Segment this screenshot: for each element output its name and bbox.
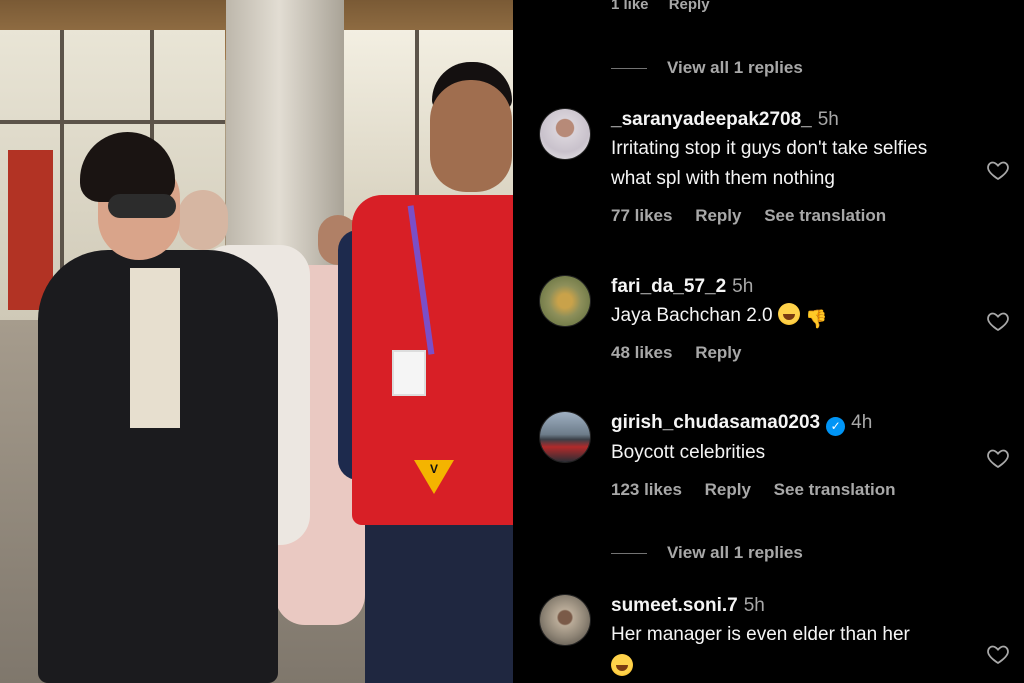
comment-header: girish_chudasama0203 ✓ 4h [611,411,971,436]
replies-divider [611,67,647,69]
video-frame[interactable]: V [0,0,513,683]
sunglasses [108,194,176,218]
likes-count[interactable]: 77 likes [611,206,672,225]
view-replies-button[interactable]: View all 1 replies [611,542,803,564]
person-white-outfit-head [178,190,228,250]
reply-button[interactable]: Reply [695,206,741,225]
laughing-emoji-icon [777,303,800,325]
comments-panel[interactable]: 1 like Reply View all 1 replies _saranya… [513,0,1024,683]
comment-actions: 48 likes Reply [611,343,971,363]
comment-header: fari_da_57_2 5h [611,275,971,299]
heart-icon[interactable] [985,309,1011,333]
comment-body: fari_da_57_2 5h Jaya Bachchan 2.0 👎 48 li… [611,275,971,363]
comment-body: _saranyadeepak2708_ 5h Irritating stop it… [611,108,971,226]
laughing-emoji-icon [611,654,633,676]
avatar-image [540,595,590,645]
heart-icon[interactable] [985,158,1011,182]
comment-body: sumeet.soni.7 5h Her manager is even elde… [611,594,971,682]
comment-text: Boycott celebrities [611,442,766,463]
comment-body: girish_chudasama0203 ✓ 4h Boycott celebrit… [611,411,971,500]
window-frame [415,30,419,220]
view-replies-button[interactable]: View all 1 replies [611,57,803,79]
avatar-image [540,109,590,159]
see-translation-button[interactable]: See translation [774,480,896,499]
comment-text-emoji-row [611,652,971,682]
comment-actions: 123 likes Reply See translation [611,480,971,500]
comment-time[interactable]: 5h [732,276,753,297]
comment-time[interactable]: 5h [818,109,839,130]
avatar[interactable] [539,108,591,160]
comment-actions: 77 likes Reply See translation [611,206,971,226]
watermark-logo: V [414,450,454,496]
man-face [430,80,512,192]
reply-button[interactable]: Reply [705,480,751,499]
id-badge [392,350,426,396]
likes-count[interactable]: 48 likes [611,343,672,362]
comment-text: Irritating stop it guys don't take selfi… [611,138,928,189]
reply-button[interactable]: Reply [695,343,741,362]
comment-text: Jaya Bachchan 2.0 [611,305,773,326]
view-replies-label: View all 1 replies [667,58,803,77]
comment-time[interactable]: 4h [851,412,872,433]
verified-icon: ✓ [826,417,846,436]
man-trousers [365,520,513,683]
window-frame [0,120,225,124]
avatar-image [540,276,590,326]
heart-icon[interactable] [985,642,1011,666]
comment-header: _saranyadeepak2708_ 5h [611,108,971,132]
heart-icon[interactable] [985,446,1011,470]
comment-username[interactable]: fari_da_57_2 [611,276,726,297]
comment-header: sumeet.soni.7 5h [611,594,971,618]
avatar-image [540,412,590,462]
view-replies-label: View all 1 replies [667,543,803,562]
comment-text-row: Jaya Bachchan 2.0 👎 [611,301,971,331]
partial-comment-meta: 1 like Reply [611,0,726,13]
avatar[interactable] [539,594,591,646]
comment-username[interactable]: girish_chudasama0203 [611,412,820,433]
comment-text: Her manager is even elder than her [611,624,910,645]
comment-username[interactable]: _saranyadeepak2708_ [611,109,812,130]
woman-shirt [130,268,180,428]
likes-count[interactable]: 123 likes [611,480,682,499]
avatar[interactable] [539,411,591,463]
partial-likes[interactable]: 1 like [611,0,649,13]
comment-time[interactable]: 5h [744,595,765,616]
thumbs-down-emoji-icon: 👎 [805,309,828,329]
avatar[interactable] [539,275,591,327]
comment-username[interactable]: sumeet.soni.7 [611,595,738,616]
see-translation-button[interactable]: See translation [764,206,886,225]
partial-reply-button[interactable]: Reply [669,0,710,13]
watermark-letter: V [429,462,438,476]
replies-divider [611,552,647,554]
